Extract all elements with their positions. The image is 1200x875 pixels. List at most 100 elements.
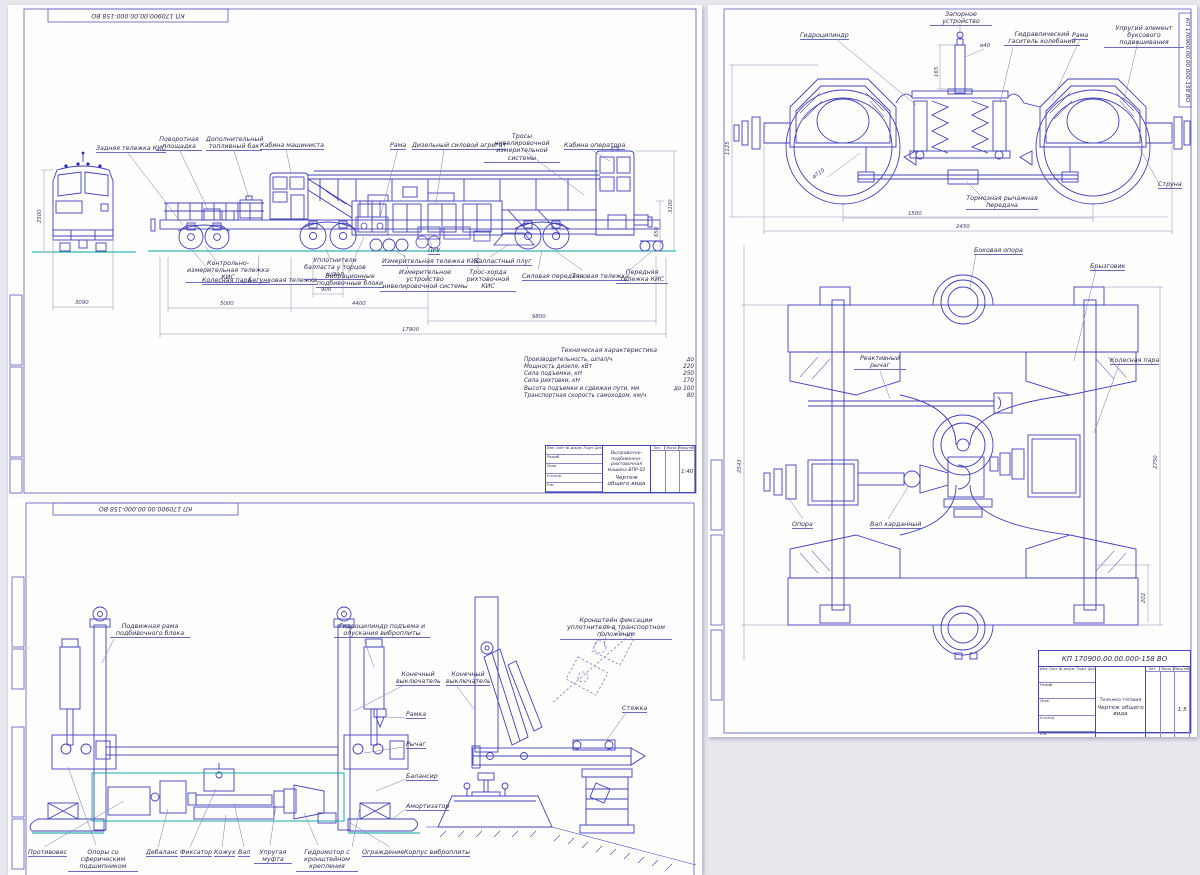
callout-label: Стяжка: [622, 705, 647, 713]
tb-lit-value: [1146, 672, 1161, 737]
callout-label: Колесная пара: [202, 277, 251, 285]
drawing-type: Чертеж общего вида: [1097, 705, 1144, 717]
callout-label: Корпус виброплиты: [404, 849, 470, 857]
callout-label: Гидромотор с кронштейном крепления: [296, 849, 358, 872]
sheet-tamping-unit-drawing: Подвижная рама подбивочного блока Гидроц…: [8, 497, 702, 875]
callout-label: Фиксатор: [180, 849, 212, 857]
tb-row: Н.контр.: [1039, 716, 1095, 732]
callout-label: Кабина машиниста: [260, 142, 324, 150]
callout-label: Балансир: [406, 773, 438, 781]
callout-label: Подвижная рама подбивочного блока: [110, 623, 190, 638]
callout-label: Тормозная рычажная передача: [966, 195, 1038, 210]
tb-row: Н.контр.: [546, 474, 602, 483]
spec-value: до 100: [674, 386, 694, 393]
tb-row: Разраб.: [1039, 683, 1095, 699]
callout-label: Гидроцилиндр подъема и опускания вибропл…: [334, 623, 430, 638]
drawing-name: Выправочно-подбивочно-рихтовочная машина…: [604, 451, 649, 473]
spec-value: 170: [683, 378, 694, 385]
machine-side-view-drawing: [8, 5, 702, 497]
machine-side-view: [151, 147, 660, 235]
dimension-text: 3090: [75, 300, 89, 306]
rail-line: [32, 251, 676, 252]
callout-label: Конечный выключатель: [396, 671, 440, 686]
spec-row: Сила подъемки, кН 250: [524, 371, 694, 378]
tb-row: Утв.: [1039, 732, 1095, 737]
spec-name: Сила рихтовки, кН: [524, 378, 580, 385]
work-units: [356, 201, 534, 248]
tb-header-row: Изм. Лист № докум. Подп. Дата: [1039, 667, 1095, 683]
document-number: КП 170900.00.00.000-158 ВО: [1039, 651, 1190, 667]
bogie-drawing: [708, 5, 1197, 737]
spec-row: Транспортная скорость самоходом, км/ч80: [524, 393, 694, 400]
tb-scale-header: Масштаб: [1174, 667, 1190, 671]
spec-row: Сила рихтовки, кН 170: [524, 378, 694, 385]
dimension-text: 4400: [352, 301, 366, 307]
dimension-text: 3100: [668, 199, 674, 213]
callout-label: Кожух: [214, 849, 235, 857]
tamping-unit-drawing: [8, 497, 702, 875]
spec-name: Транспортная скорость самоходом, км/ч: [524, 393, 646, 400]
callout-label: Струна: [1158, 181, 1182, 189]
drawing-name: Тележка тяговая: [1100, 698, 1142, 704]
drawing-type: Чертеж общего вида: [604, 475, 649, 487]
callout-label: Ограждение: [362, 849, 404, 857]
spec-value: 220: [683, 364, 694, 371]
spec-row: Производительность, шпал/чдо: [524, 357, 694, 364]
callout-label: Дебаланс: [146, 849, 178, 857]
bogie-side-view: [734, 32, 1190, 204]
callout-label: Колесная пара: [1110, 357, 1159, 365]
dimension-text: ø40: [980, 43, 990, 49]
title-block-scale-grid: Лит. Масса Масштаб 1:5: [1146, 667, 1190, 737]
sheet-bogie-drawing: Гидроцилиндр Запорное устройство Гидравл…: [708, 5, 1197, 737]
callout-label: Кронштейн фиксации уплотнителя в транспо…: [560, 617, 672, 640]
callout-label: Поворотная площадка: [156, 136, 202, 151]
dimension-text: 2750: [1153, 455, 1159, 469]
spec-value: 250: [683, 371, 694, 378]
tb-lit: Лит.: [651, 446, 665, 450]
callout-label: Опоры со сферическим подшипником: [68, 849, 138, 872]
callout-label: Реактивный рычаг: [854, 355, 906, 370]
dimension-text: 1500: [908, 211, 922, 217]
spec-name: Сила подъемки, кН: [524, 371, 582, 378]
callout-label: Боковая опора: [974, 247, 1023, 255]
callout-label: Балластный плуг: [474, 258, 532, 266]
callout-label: Противовес: [28, 849, 67, 857]
tb-lit: Лит.: [1146, 667, 1160, 671]
specs-title: Техническая характеристика: [524, 347, 694, 354]
bogie-hatch: [800, 93, 1134, 119]
tb-row: Пров.: [1039, 699, 1095, 715]
tb-mass: Масса: [665, 446, 679, 450]
callout-label: Тросы нивелировочной измерительной систе…: [484, 133, 560, 163]
title-block-name: Тележка тяговая Чертеж общего вида: [1096, 667, 1146, 737]
dimension-text: 2450: [956, 224, 970, 230]
title-block-signature-grid: Изм. Лист № докум. Подп. Дата Разраб. Пр…: [1039, 667, 1096, 737]
callout-label: Упругая муфта: [254, 849, 292, 864]
title-block: Изм. Лист № докум. Подп. Дата Разраб. Пр…: [545, 445, 696, 493]
callout-label: Рычаг: [406, 741, 426, 749]
dimension-text: 17900: [402, 327, 419, 333]
corner-stamp: КП 170900.00.00.000-158 ВО: [48, 12, 228, 19]
callout-label: Вал карданный: [870, 521, 921, 529]
tb-header-row: Изм. Лист № докум. Подп. Дата: [546, 446, 602, 455]
corner-stamp: КП 170900.00.00.000-158 ВО: [1184, 15, 1190, 105]
tb-mass-value: [666, 451, 681, 492]
callout-label: Конечный выключатель: [446, 671, 490, 686]
tb-row: Утв.: [546, 483, 602, 492]
callout-label: Измерительное устройство нивелировочной …: [380, 269, 470, 292]
spec-row: Высота подъемки и сдвижки пути, ммдо 100: [524, 386, 694, 393]
tb-scale-value: 1:40: [680, 451, 695, 492]
leader-lines: [128, 149, 651, 276]
dimension-text: 650: [654, 227, 660, 237]
callout-label: Кабина оператора: [564, 142, 625, 150]
dimension-text: 1125: [725, 141, 731, 155]
dimension-text: 2543: [737, 459, 743, 473]
title-block-name: Выправочно-подбивочно-рихтовочная машина…: [603, 446, 651, 492]
callout-label: Амортизатор: [406, 803, 449, 811]
callout-label: ПРУ: [428, 247, 440, 255]
spec-value: до: [687, 357, 694, 364]
callout-label: Гидравлический гаситель колебаний: [1004, 31, 1080, 46]
callout-label: Рама: [1072, 32, 1088, 40]
callout-label: Запорное устройство: [930, 11, 992, 26]
tb-mass: Масса: [1160, 667, 1174, 671]
spec-name: Мощность дизеля, кВт: [524, 364, 592, 371]
